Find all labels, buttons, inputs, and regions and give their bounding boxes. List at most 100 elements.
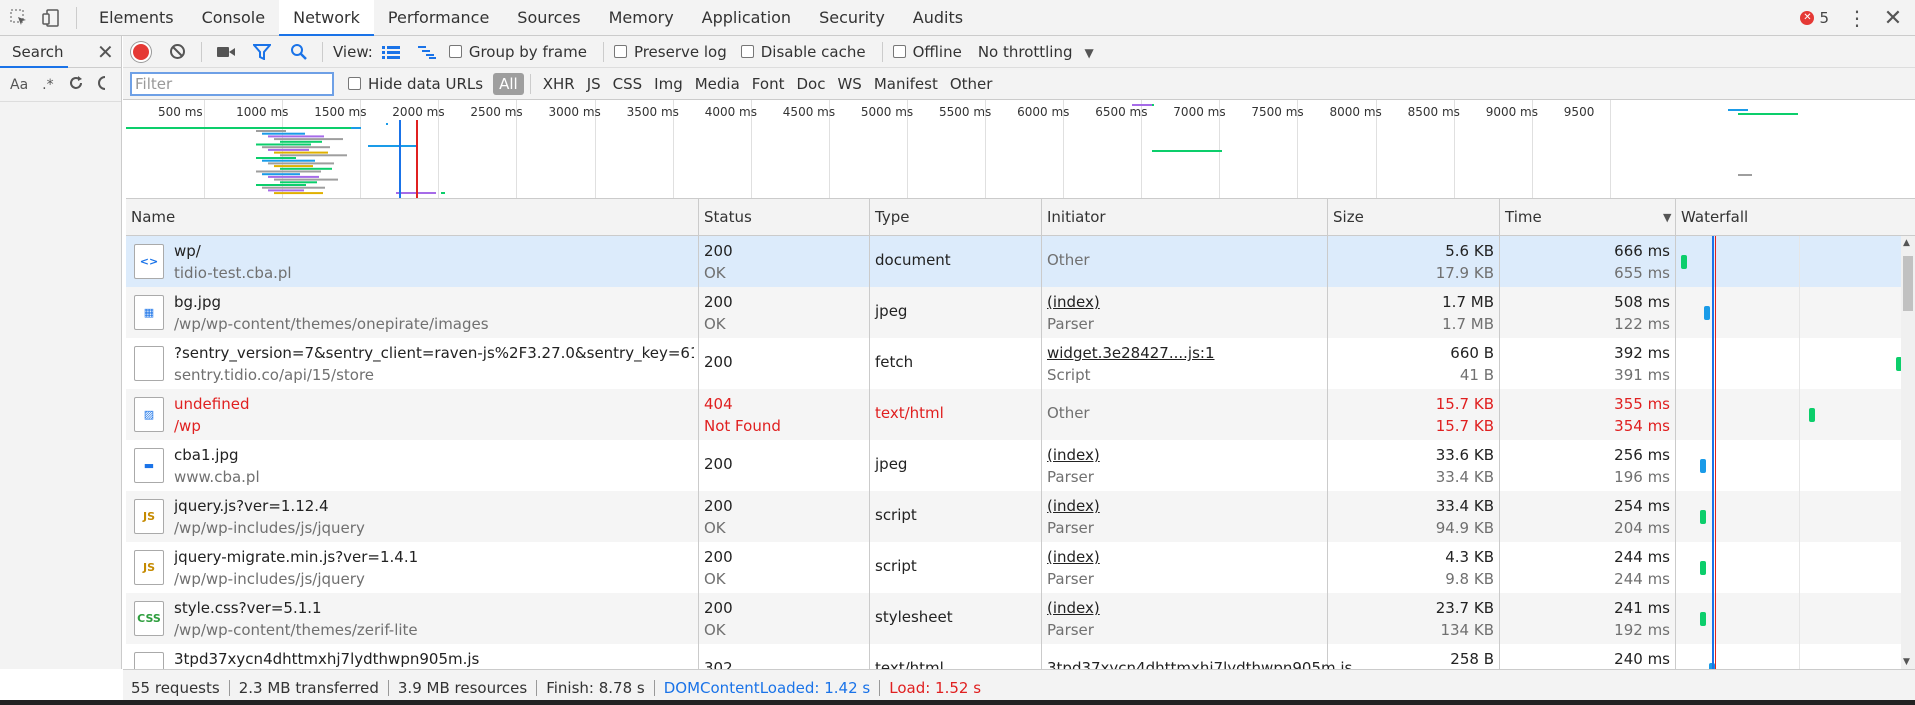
type-filter-other[interactable]: Other <box>944 75 999 93</box>
list-view-icon <box>381 45 400 59</box>
type-filter-all[interactable]: All <box>493 72 524 95</box>
filter-input[interactable] <box>130 71 334 96</box>
initiator-link[interactable]: 3tpd37xycn4dhttmxhj7lydthwpn905m.js <box>1047 659 1352 669</box>
more-options-icon[interactable]: ⋮ <box>1847 6 1867 30</box>
device-toolbar-icon[interactable] <box>38 5 64 31</box>
overview-request-bar <box>280 154 347 157</box>
js-file-icon: JS <box>134 499 164 534</box>
request-name[interactable]: jquery.js?ver=1.12.4 <box>174 497 329 515</box>
column-header-type[interactable]: Type <box>870 199 1042 236</box>
type-filter-ws[interactable]: WS <box>831 75 867 93</box>
offline-checkbox[interactable]: Offline <box>892 43 962 61</box>
request-name[interactable]: bg.jpg <box>174 293 221 311</box>
tab-memory[interactable]: Memory <box>595 0 688 36</box>
disable-cache-checkbox[interactable]: Disable cache <box>740 43 866 61</box>
tab-security[interactable]: Security <box>805 0 899 36</box>
status-text: OK <box>704 519 726 537</box>
column-header-initiator[interactable]: Initiator <box>1042 199 1328 236</box>
type-filter-font[interactable]: Font <box>746 75 791 93</box>
inspect-element-icon[interactable] <box>6 5 32 31</box>
request-name[interactable]: cba1.jpg <box>174 446 238 464</box>
overview-request-bar <box>256 170 321 173</box>
table-row[interactable]: ▨ undefined/wp 404 Not Found text/html Other 1… <box>126 389 1901 440</box>
request-name[interactable]: jquery-migrate.min.js?ver=1.4.1 <box>174 548 418 566</box>
request-name[interactable]: ?sentry_version=7&sentry_client=raven-js… <box>174 344 694 362</box>
initiator-link[interactable]: (index) <box>1047 599 1100 617</box>
clear-search-icon[interactable] <box>97 75 106 95</box>
type-filter-media[interactable]: Media <box>689 75 746 93</box>
filter-toggle-button[interactable] <box>251 41 273 63</box>
close-search-icon[interactable]: ✕ <box>97 40 121 64</box>
dom-content-loaded-line <box>1712 236 1714 669</box>
initiator-link[interactable]: (index) <box>1047 548 1100 566</box>
request-name[interactable]: style.css?ver=5.1.1 <box>174 599 322 617</box>
initiator-link[interactable]: (index) <box>1047 497 1100 515</box>
show-overview-button[interactable] <box>416 41 438 63</box>
resource-size: 134 KB <box>1440 621 1494 639</box>
status-text: OK <box>704 315 726 333</box>
tab-console[interactable]: Console <box>188 0 280 36</box>
initiator-link[interactable]: widget.3e28427....js:1 <box>1047 344 1215 362</box>
match-case-button[interactable]: Aa <box>10 77 28 93</box>
waterfall-bar[interactable] <box>1700 561 1707 575</box>
type-filter-css[interactable]: CSS <box>607 75 649 93</box>
search-panel-title[interactable]: Search <box>0 43 97 61</box>
column-header-size[interactable]: Size <box>1328 199 1500 236</box>
type-filter-manifest[interactable]: Manifest <box>868 75 944 93</box>
waterfall-bar[interactable] <box>1680 255 1687 269</box>
tab-sources[interactable]: Sources <box>503 0 594 36</box>
table-row[interactable]: ▬ cba1.jpg www.cba.pl 200 jpeg (index) Parser 3… <box>126 440 1901 491</box>
waterfall-bar[interactable] <box>1699 510 1706 524</box>
waterfall-bar[interactable] <box>1699 459 1706 473</box>
scrollbar-thumb[interactable] <box>1903 256 1913 311</box>
search-button[interactable] <box>287 41 309 63</box>
refresh-icon[interactable] <box>68 75 84 95</box>
tab-application[interactable]: Application <box>688 0 805 36</box>
request-name[interactable]: wp/ <box>174 242 201 260</box>
tab-audits[interactable]: Audits <box>899 0 977 36</box>
scroll-up-icon[interactable]: ▲ <box>1903 238 1910 248</box>
preserve-log-checkbox[interactable]: Preserve log <box>613 43 727 61</box>
tab-elements[interactable]: Elements <box>85 0 188 36</box>
waterfall-bar[interactable] <box>1699 612 1706 626</box>
record-button[interactable] <box>130 41 152 63</box>
table-row[interactable]: CSS style.css?ver=5.1.1/wp/wp-content/the… <box>126 593 1901 644</box>
table-row[interactable]: 3tpd37xycn4dhttmxhj7lydthwpn905m.js 302 te… <box>126 644 1901 669</box>
close-devtools-icon[interactable]: ✕ <box>1883 6 1903 31</box>
hide-data-urls-checkbox[interactable]: Hide data URLs <box>348 75 483 93</box>
request-name[interactable]: undefined <box>174 395 249 413</box>
table-row[interactable]: ?sentry_version=7&sentry_client=raven-js… <box>126 338 1903 389</box>
capture-screenshots-button[interactable] <box>215 41 237 63</box>
type-filter-js[interactable]: JS <box>581 75 607 93</box>
table-row[interactable]: JS jquery-migrate.min.js?ver=1.4.1/wp/wp-… <box>126 542 1901 593</box>
resource-size: 94.9 KB <box>1435 519 1494 537</box>
scroll-down-icon[interactable]: ▼ <box>1903 657 1910 667</box>
type-filter-xhr[interactable]: XHR <box>537 75 581 93</box>
type-filter-img[interactable]: Img <box>648 75 689 93</box>
error-count-badge[interactable]: ✕ 5 <box>1800 9 1829 27</box>
initiator-link[interactable]: (index) <box>1047 446 1100 464</box>
table-row[interactable]: ▦ bg.jpg/wp/wp-content/themes/onepirate/i… <box>126 287 1901 338</box>
column-header-waterfall[interactable]: Waterfall <box>1675 199 1901 236</box>
waterfall-bar[interactable] <box>1704 306 1711 320</box>
request-name[interactable]: 3tpd37xycn4dhttmxhj7lydthwpn905m.js <box>174 650 479 668</box>
clear-button[interactable] <box>166 41 188 63</box>
network-overview[interactable]: 500 ms 1000 ms 1500 ms 2000 ms 2500 ms 3000 m… <box>126 100 1915 199</box>
table-row[interactable]: <> wp/tidio-test.cba.pl 200 OK document Other… <box>126 236 1901 287</box>
tab-performance[interactable]: Performance <box>374 0 503 36</box>
table-scrollbar[interactable]: ▲ ▼ <box>1901 236 1915 669</box>
initiator-link[interactable]: (index) <box>1047 293 1100 311</box>
column-header-name[interactable]: Name <box>126 199 699 236</box>
type-filter-doc[interactable]: Doc <box>790 75 831 93</box>
group-by-frame-checkbox[interactable]: Group by frame <box>448 43 587 61</box>
waterfall-bar[interactable] <box>1809 408 1816 422</box>
column-header-status[interactable]: Status <box>699 199 870 236</box>
tab-network[interactable]: Network <box>279 0 374 36</box>
total-time: 244 ms <box>1614 548 1670 566</box>
table-row[interactable]: JS jquery.js?ver=1.12.4/wp/wp-includes/js… <box>126 491 1901 542</box>
regex-button[interactable]: .* <box>42 77 53 93</box>
latency-time: 122 ms <box>1614 315 1670 333</box>
large-rows-button[interactable] <box>380 41 402 63</box>
blank-file-icon <box>134 346 164 381</box>
throttling-select[interactable]: No throttling ▼ <box>978 43 1094 61</box>
